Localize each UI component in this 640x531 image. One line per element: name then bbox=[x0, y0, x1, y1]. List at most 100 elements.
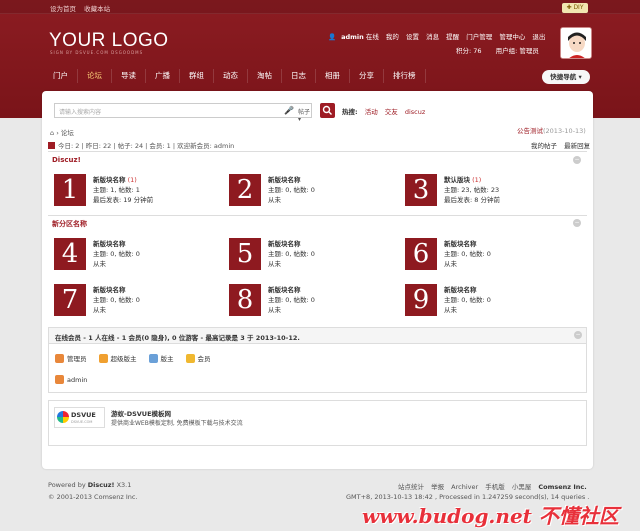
usergroup-link[interactable]: 用户组: 管理员 bbox=[496, 47, 539, 55]
announcement[interactable]: 公告测试(2013-10-13) bbox=[517, 125, 586, 135]
admin-center-link[interactable]: 管理中心 bbox=[499, 33, 525, 41]
nav-guide[interactable]: 导读 bbox=[112, 69, 146, 83]
forum-counts: 主题: 0, 帖数: 0 bbox=[93, 296, 140, 304]
online-member-name[interactable]: admin bbox=[67, 376, 87, 384]
footer-link-report[interactable]: 举报 bbox=[431, 483, 444, 491]
nav-album[interactable]: 相册 bbox=[316, 69, 350, 83]
search-box[interactable]: 请输入搜索内容 🎤 帖子 ▾ bbox=[54, 103, 312, 123]
forum-name[interactable]: 新版块名称 bbox=[93, 286, 126, 294]
forum-last-post[interactable]: 最后发表: 19 分钟前 bbox=[93, 195, 153, 205]
forum-item[interactable]: 4 新版块名称 主题: 0, 帖数: 0 从未 bbox=[54, 238, 224, 272]
forum-item[interactable]: 3 默认版块 (1) 主题: 23, 帖数: 23 最后发表: 8 分钟前 bbox=[405, 174, 575, 208]
footer-link-mobile[interactable]: 手机版 bbox=[485, 483, 505, 491]
online-members-title[interactable]: 在线会员 - 1 人在线 - 1 会员(0 隐身), 0 位游客 - 最高记录是… bbox=[55, 332, 300, 342]
announcement-text[interactable]: 公告测试 bbox=[517, 127, 543, 135]
main-card: 请输入搜索内容 🎤 帖子 ▾ 热搜: 活动 交友 discuz ⌂ › 论坛 公… bbox=[42, 91, 593, 469]
search-input[interactable]: 请输入搜索内容 bbox=[59, 107, 101, 116]
footer-link-stats[interactable]: 站点统计 bbox=[398, 483, 424, 491]
hot-item[interactable]: 交友 bbox=[385, 108, 398, 116]
bookmark-link[interactable]: 收藏本站 bbox=[84, 5, 110, 13]
portal-admin-link[interactable]: 门户管理 bbox=[466, 33, 492, 41]
hot-item[interactable]: 活动 bbox=[365, 108, 378, 116]
settings-link[interactable]: 设置 bbox=[406, 33, 419, 41]
forum-item[interactable]: 7 新版块名称 主题: 0, 帖数: 0 从未 bbox=[54, 284, 224, 318]
forum-name[interactable]: 新版块名称 bbox=[93, 176, 126, 184]
nav-forum[interactable]: 论坛 bbox=[78, 69, 112, 83]
dsvue-logo-mark bbox=[57, 411, 69, 423]
nav-collection[interactable]: 淘帖 bbox=[248, 69, 282, 83]
main-nav: 门户 论坛 导读 广播 群组 动态 淘帖 日志 相册 分享 排行榜 bbox=[44, 69, 426, 83]
search-button[interactable] bbox=[320, 103, 335, 118]
forum-name[interactable]: 新版块名称 bbox=[268, 176, 301, 184]
legend-item: 超级版主 bbox=[98, 353, 137, 363]
section-title[interactable]: Discuz! bbox=[52, 156, 81, 164]
hot-search: 热搜: 活动 交友 discuz bbox=[342, 106, 430, 116]
nav-share[interactable]: 分享 bbox=[350, 69, 384, 83]
footer-link-archiver[interactable]: Archiver bbox=[451, 483, 478, 491]
latest-replies-link[interactable]: 最新回复 bbox=[564, 142, 590, 150]
messages-link[interactable]: 消息 bbox=[426, 33, 439, 41]
forum-last-post[interactable]: 最后发表: 8 分钟前 bbox=[444, 195, 500, 205]
avatar[interactable] bbox=[560, 27, 592, 59]
user-bar: 👤 admin 在线 我的 设置 消息 提醒 门户管理 管理中心 退出 bbox=[328, 31, 550, 41]
hot-item[interactable]: discuz bbox=[405, 108, 425, 116]
forum-name[interactable]: 新版块名称 bbox=[444, 240, 477, 248]
user-legend: 管理员 超级版主 版主 会员 bbox=[55, 353, 223, 363]
my-threads-link[interactable]: 我的帖子 bbox=[531, 142, 557, 150]
forum-item[interactable]: 8 新版块名称 主题: 0, 帖数: 0 从未 bbox=[229, 284, 399, 318]
forum-number: 6 bbox=[405, 238, 437, 270]
home-icon[interactable]: ⌂ bbox=[50, 129, 54, 137]
breadcrumb-forum[interactable]: 论坛 bbox=[61, 129, 74, 137]
forum-counts: 主题: 0, 帖数: 0 bbox=[268, 296, 315, 304]
my-links: 我的帖子 最新回复 bbox=[526, 140, 590, 150]
collapse-icon[interactable]: − bbox=[573, 219, 581, 227]
quick-nav-button[interactable]: 快捷导航 ▾ bbox=[542, 70, 590, 84]
forum-item[interactable]: 5 新版块名称 主题: 0, 帖数: 0 从未 bbox=[229, 238, 399, 272]
forum-item[interactable]: 2 新版块名称 主题: 0, 帖数: 0 从未 bbox=[229, 174, 399, 208]
collapse-icon[interactable]: − bbox=[574, 331, 582, 339]
footer-link-blacklist[interactable]: 小黑屋 bbox=[512, 483, 532, 491]
search-type-select[interactable]: 帖子 ▾ bbox=[298, 107, 311, 123]
forum-name[interactable]: 新版块名称 bbox=[444, 286, 477, 294]
forum-number: 1 bbox=[54, 174, 86, 206]
friend-link-title[interactable]: 游蚁-DSVUE模板网 bbox=[111, 408, 171, 418]
nav-ranking[interactable]: 排行榜 bbox=[384, 69, 426, 83]
forum-name[interactable]: 新版块名称 bbox=[268, 240, 301, 248]
forum-name[interactable]: 默认版块 bbox=[444, 176, 470, 184]
legend-item: 管理员 bbox=[55, 353, 87, 363]
dsvue-logo[interactable]: DSVUE DSVUE.COM bbox=[54, 407, 105, 428]
set-home-link[interactable]: 设为首页 bbox=[50, 5, 76, 13]
forum-item[interactable]: 1 新版块名称 (1) 主题: 1, 帖数: 1 最后发表: 19 分钟前 bbox=[54, 174, 224, 208]
forum-counts: 主题: 0, 帖数: 0 bbox=[268, 186, 315, 194]
forum-counts: 主题: 0, 帖数: 0 bbox=[444, 296, 491, 304]
online-members-header[interactable]: 在线会员 - 1 人在线 - 1 会员(0 隐身), 0 位游客 - 最高记录是… bbox=[49, 328, 586, 344]
points-link[interactable]: 积分: 76 bbox=[456, 47, 482, 55]
site-logo[interactable]: YOUR LOGO bbox=[49, 30, 169, 52]
remind-link[interactable]: 提醒 bbox=[446, 33, 459, 41]
section-title[interactable]: 新分区名称 bbox=[52, 219, 87, 229]
microphone-icon[interactable]: 🎤 bbox=[284, 106, 294, 115]
logout-link[interactable]: 退出 bbox=[532, 33, 545, 41]
nav-feed[interactable]: 动态 bbox=[214, 69, 248, 83]
user-icon bbox=[55, 375, 64, 384]
forum-number: 2 bbox=[229, 174, 261, 206]
nav-portal[interactable]: 门户 bbox=[44, 69, 78, 83]
diy-button[interactable]: ✚ DIY bbox=[562, 3, 588, 13]
username-link[interactable]: admin bbox=[341, 33, 364, 41]
forum-item[interactable]: 9 新版块名称 主题: 0, 帖数: 0 从未 bbox=[405, 284, 575, 318]
forum-name[interactable]: 新版块名称 bbox=[93, 240, 126, 248]
discuz-link[interactable]: Discuz! bbox=[88, 481, 115, 489]
nav-groups[interactable]: 群组 bbox=[180, 69, 214, 83]
top-bar: 设为首页 收藏本站 ✚ DIY bbox=[0, 0, 640, 14]
nav-blog[interactable]: 日志 bbox=[282, 69, 316, 83]
online-member[interactable]: admin bbox=[55, 375, 87, 384]
nav-broadcast[interactable]: 广播 bbox=[146, 69, 180, 83]
footer-company[interactable]: Comsenz Inc. bbox=[538, 483, 586, 491]
collapse-icon[interactable]: − bbox=[573, 156, 581, 164]
forum-item[interactable]: 6 新版块名称 主题: 0, 帖数: 0 从未 bbox=[405, 238, 575, 272]
forum-name[interactable]: 新版块名称 bbox=[268, 286, 301, 294]
forum-counts: 主题: 23, 帖数: 23 bbox=[444, 186, 500, 194]
stats-text: 今日: 2 | 昨日: 22 | 帖子: 24 | 会员: 1 | 欢迎新会员:… bbox=[58, 142, 235, 150]
my-menu[interactable]: 我的 bbox=[386, 33, 399, 41]
user-icon bbox=[185, 353, 195, 363]
